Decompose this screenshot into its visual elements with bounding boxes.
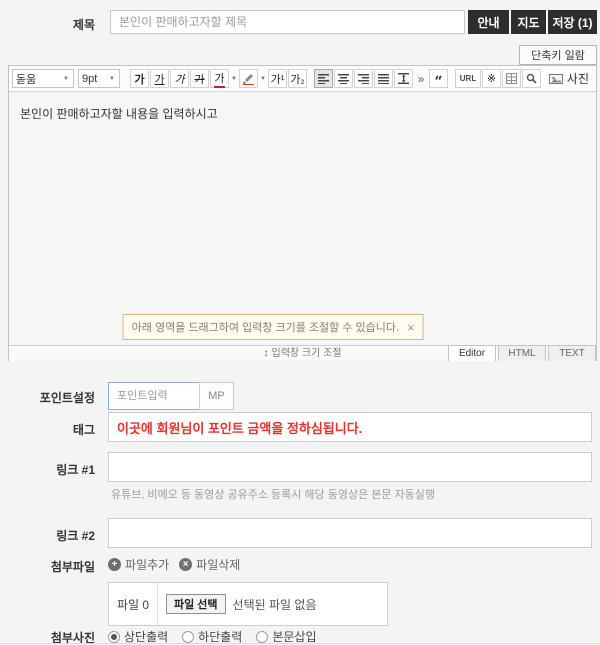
- attachment-label: 첨부파일: [50, 560, 95, 574]
- tag-input[interactable]: [108, 412, 592, 442]
- link1-label: 링크 #1: [56, 463, 95, 477]
- strikethrough-button[interactable]: 가: [190, 69, 209, 88]
- editor-mode-tabs: Editor HTML TEXT: [446, 345, 596, 361]
- more-tools-button[interactable]: »: [414, 72, 428, 86]
- superscript-button[interactable]: 가¹: [268, 69, 287, 88]
- title-input[interactable]: [110, 10, 465, 34]
- search-icon: [526, 73, 537, 84]
- chevron-down-icon: ▼: [109, 75, 115, 82]
- align-right-icon: [358, 73, 369, 84]
- font-color-button[interactable]: 가: [210, 69, 229, 88]
- align-justify-icon: [378, 73, 389, 84]
- choose-file-button[interactable]: 파일 선택: [166, 594, 226, 614]
- chevron-down-icon: ▼: [63, 75, 69, 82]
- link2-input[interactable]: [108, 518, 592, 548]
- resize-tooltip: 아래 영역을 드래그하여 입력창 크기를 조절할 수 있습니다. ×: [122, 314, 424, 340]
- align-center-icon: [338, 73, 349, 84]
- search-button[interactable]: [522, 69, 541, 88]
- editor-resize-handle[interactable]: ↕ 입력창 크기 조절 Editor HTML TEXT: [9, 345, 596, 361]
- italic-button[interactable]: 가: [170, 69, 189, 88]
- file-upload-box: 파일 0 파일 선택 선택된 파일 없음: [108, 582, 388, 626]
- tab-editor[interactable]: Editor: [448, 345, 496, 361]
- radio-icon: [256, 630, 269, 643]
- tag-label: 태그: [72, 423, 95, 437]
- chevron-down-icon[interactable]: ▼: [259, 76, 267, 82]
- align-center-button[interactable]: [334, 69, 353, 88]
- align-justify-button[interactable]: [374, 69, 393, 88]
- highlight-pen-button[interactable]: [239, 69, 258, 88]
- link1-input[interactable]: [108, 452, 592, 482]
- table-icon: [506, 73, 517, 84]
- table-button[interactable]: [502, 69, 521, 88]
- link2-label: 링크 #2: [56, 529, 95, 543]
- url-link-button[interactable]: URL: [455, 69, 481, 88]
- align-left-button[interactable]: [314, 69, 333, 88]
- subscript-button[interactable]: 가₂: [288, 69, 307, 88]
- point-setting-label: 포인트설정: [39, 391, 95, 405]
- special-char-button[interactable]: ※: [482, 69, 501, 88]
- guide-button[interactable]: 안내: [468, 10, 509, 34]
- radio-selected-icon: [108, 630, 120, 643]
- point-unit-badge: MP: [199, 382, 234, 410]
- resize-arrows-icon: ↕: [263, 348, 269, 359]
- align-right-button[interactable]: [354, 69, 373, 88]
- tab-html[interactable]: HTML: [498, 345, 546, 361]
- chevron-down-icon[interactable]: ▼: [230, 76, 238, 82]
- save-button[interactable]: 저장 (1): [548, 10, 597, 34]
- font-size-select[interactable]: 9pt ▼: [78, 69, 120, 88]
- line-height-button[interactable]: [394, 69, 413, 88]
- point-input[interactable]: [108, 382, 200, 410]
- resize-label: 입력창 크기 조절: [271, 348, 342, 359]
- tooltip-text: 아래 영역을 드래그하여 입력창 크기를 조절할 수 있습니다.: [131, 322, 400, 334]
- map-button[interactable]: 지도: [511, 10, 546, 34]
- editor-content-area[interactable]: 본인이 판매하고자할 내용을 입력하시고 아래 영역을 드래그하여 입력창 크기…: [9, 92, 596, 345]
- underline-button[interactable]: 가: [150, 69, 169, 88]
- insert-photo-button[interactable]: 사진: [548, 70, 593, 87]
- editor-toolbar: 돋움 ▼ 9pt ▼ 가 가 가 가 가 ▼ ▼ 가¹ 가₂ » “ URL ※…: [9, 66, 596, 92]
- line-height-icon: [398, 73, 409, 84]
- add-file-link[interactable]: + 파일추가: [108, 556, 169, 573]
- divider: [0, 643, 600, 644]
- blockquote-button[interactable]: “: [429, 69, 448, 89]
- post-editor-page: 제목 안내 지도 저장 (1) 단축키 일람 돋움 ▼ 9pt ▼ 가 가 가 …: [0, 0, 600, 645]
- file-count-label: 파일 0: [109, 583, 158, 625]
- radio-icon: [182, 630, 195, 643]
- close-icon[interactable]: ×: [407, 320, 415, 335]
- no-file-text: 선택된 파일 없음: [232, 597, 317, 612]
- delete-file-link[interactable]: × 파일삭제: [179, 556, 240, 573]
- shortcut-list-button[interactable]: 단축키 일람: [519, 45, 597, 65]
- plus-circle-icon: +: [108, 558, 121, 571]
- link1-help-text: 유튜브, 비메오 등 동영상 공유주소 등록시 해당 동영상은 본문 자동실행: [111, 489, 436, 501]
- editor-body-text: 본인이 판매하고자할 내용을 입력하시고: [20, 107, 218, 121]
- x-circle-icon: ×: [179, 558, 193, 571]
- font-family-select[interactable]: 돋움 ▼: [12, 69, 74, 88]
- rich-text-editor: 돋움 ▼ 9pt ▼ 가 가 가 가 가 ▼ ▼ 가¹ 가₂ » “ URL ※…: [8, 65, 597, 361]
- title-label: 제목: [72, 18, 95, 32]
- photo-icon: [548, 73, 563, 84]
- align-left-icon: [318, 73, 329, 84]
- pen-icon: [243, 74, 254, 85]
- tab-text[interactable]: TEXT: [548, 345, 596, 361]
- bold-button[interactable]: 가: [130, 69, 149, 88]
